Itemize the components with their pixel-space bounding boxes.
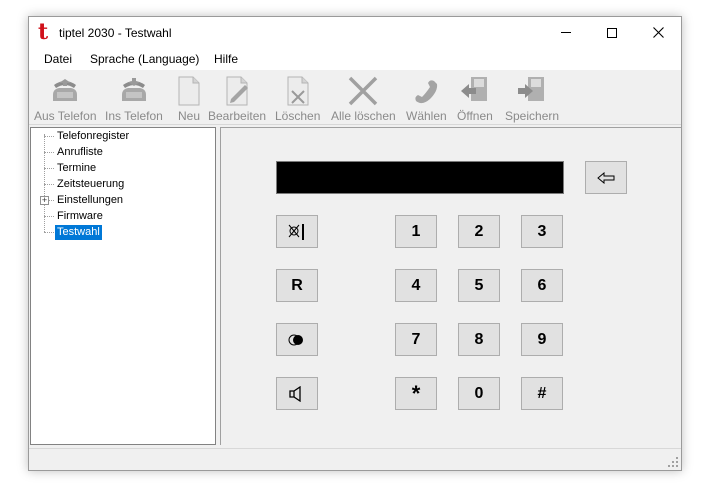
- tree-expander-einstellungen[interactable]: +: [40, 196, 49, 205]
- tree-item-termine[interactable]: Termine: [55, 161, 98, 176]
- status-bar: [29, 448, 681, 470]
- aus-telefon-label: Aus Telefon: [34, 109, 97, 123]
- key-1[interactable]: 1: [395, 215, 437, 248]
- toolbar: Aus Telefon Ins Telefon Neu Bearbeiten L…: [29, 72, 681, 125]
- key-9[interactable]: 9: [521, 323, 563, 356]
- oeffnen-button[interactable]: Öffnen: [457, 74, 493, 124]
- tree-connector: [44, 232, 54, 233]
- resize-grip-icon[interactable]: [667, 456, 679, 468]
- backspace-button[interactable]: [585, 161, 627, 194]
- tree-item-einstellungen[interactable]: Einstellungen: [55, 193, 125, 208]
- save-file-icon: [518, 77, 545, 101]
- tree-item-testwahl[interactable]: Testwahl: [55, 225, 102, 240]
- tiptel-logo-icon: t: [38, 19, 49, 45]
- waehlen-label: Wählen: [406, 109, 447, 123]
- delete-document-icon: [287, 76, 309, 106]
- speaker-key[interactable]: [276, 377, 318, 410]
- loeschen-button[interactable]: Löschen: [275, 74, 320, 124]
- neu-label: Neu: [177, 109, 200, 123]
- tree-connector: [44, 134, 45, 232]
- key-star[interactable]: *: [395, 377, 437, 410]
- tree-connector: [44, 136, 54, 137]
- speichern-label: Speichern: [505, 109, 560, 123]
- new-document-icon: [178, 76, 200, 106]
- maximize-icon: [607, 27, 617, 38]
- tree-item-firmware[interactable]: Firmware: [55, 209, 105, 224]
- maximize-button[interactable]: [589, 17, 635, 48]
- edit-document-icon: [226, 76, 249, 106]
- dial-handset-icon: [415, 80, 438, 104]
- tree-connector: [44, 168, 54, 169]
- alle-loeschen-button[interactable]: Alle löschen: [331, 74, 396, 124]
- key-7[interactable]: 7: [395, 323, 437, 356]
- waehlen-button[interactable]: Wählen: [406, 74, 447, 124]
- speichern-button[interactable]: Speichern: [505, 74, 559, 124]
- key-hash[interactable]: #: [521, 377, 563, 410]
- key-8[interactable]: 8: [458, 323, 500, 356]
- tree-item-anrufliste[interactable]: Anrufliste: [55, 145, 105, 160]
- record-icon: [288, 334, 303, 345]
- ins-telefon-label: Ins Telefon: [105, 109, 163, 123]
- main-window: t tiptel 2030 - Testwahl Datei Sprache (…: [28, 16, 682, 471]
- speaker-icon: [289, 385, 301, 402]
- aus-telefon-button[interactable]: Aus Telefon: [34, 74, 97, 124]
- tree-connector: [44, 184, 54, 185]
- dial-panel: R 1 2 3 4 5 6 7 8 9 * 0 #: [220, 127, 681, 445]
- oeffnen-label: Öffnen: [457, 109, 493, 123]
- mute-icon: [288, 223, 304, 240]
- window-title: tiptel 2030 - Testwahl: [59, 26, 172, 40]
- phone-download-icon: [53, 79, 78, 101]
- mute-key[interactable]: [276, 215, 318, 248]
- close-icon: [652, 27, 664, 38]
- tree-connector: [44, 152, 54, 153]
- tree-item-telefonregister[interactable]: Telefonregister: [55, 129, 131, 144]
- minimize-icon: [561, 32, 571, 33]
- alle-loeschen-label: Alle löschen: [331, 109, 396, 123]
- key-0[interactable]: 0: [458, 377, 500, 410]
- menu-datei[interactable]: Datei: [44, 52, 72, 66]
- loeschen-label: Löschen: [275, 109, 321, 123]
- bearbeiten-button[interactable]: Bearbeiten: [208, 74, 266, 124]
- bearbeiten-label: Bearbeiten: [208, 109, 267, 123]
- tree-connector: [44, 216, 54, 217]
- record-key[interactable]: [276, 323, 318, 356]
- minimize-button[interactable]: [543, 17, 589, 48]
- number-display: [276, 161, 564, 194]
- key-3[interactable]: 3: [521, 215, 563, 248]
- backspace-arrow-icon: [597, 171, 615, 184]
- key-5[interactable]: 5: [458, 269, 500, 302]
- title-bar[interactable]: t tiptel 2030 - Testwahl: [29, 17, 681, 48]
- ins-telefon-button[interactable]: Ins Telefon: [105, 74, 163, 124]
- menu-hilfe[interactable]: Hilfe: [214, 52, 238, 66]
- recall-key[interactable]: R: [276, 269, 318, 302]
- navigation-tree: Telefonregister Anrufliste Termine Zeits…: [30, 127, 216, 445]
- close-button[interactable]: [635, 17, 681, 48]
- delete-all-icon: [349, 76, 378, 106]
- menu-sprache[interactable]: Sprache (Language): [90, 52, 199, 66]
- key-2[interactable]: 2: [458, 215, 500, 248]
- neu-button[interactable]: Neu: [173, 74, 205, 124]
- open-file-icon: [460, 77, 487, 101]
- key-4[interactable]: 4: [395, 269, 437, 302]
- phone-upload-icon: [121, 78, 146, 101]
- tree-item-zeitsteuerung[interactable]: Zeitsteuerung: [55, 177, 126, 192]
- key-6[interactable]: 6: [521, 269, 563, 302]
- menu-bar: Datei Sprache (Language) Hilfe: [29, 48, 681, 70]
